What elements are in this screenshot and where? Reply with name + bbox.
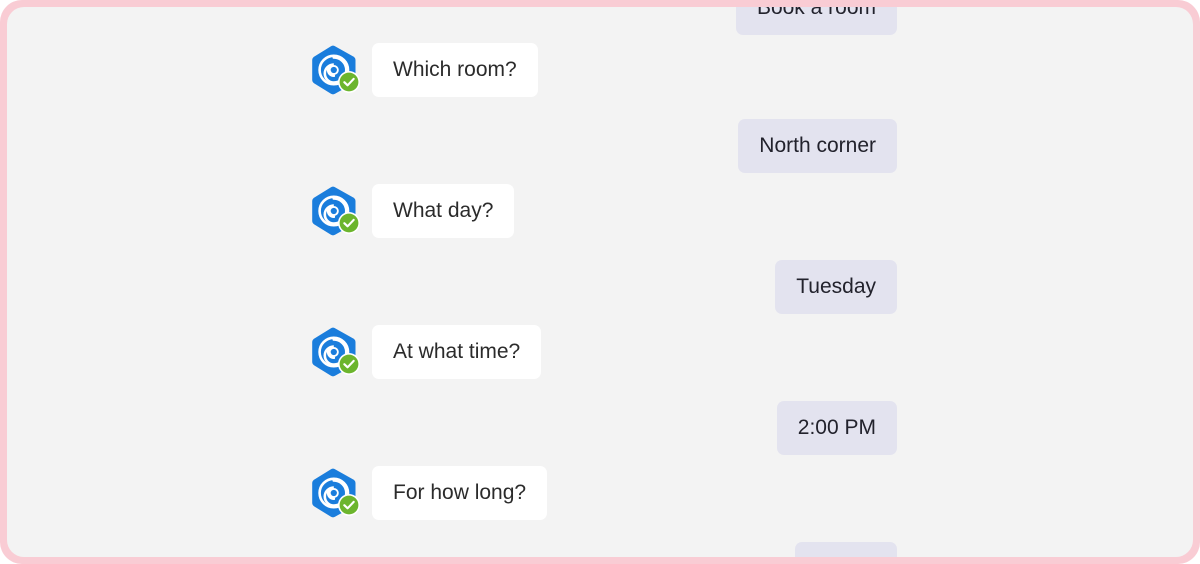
chat-transcript-panel[interactable]: Book a room Which room? North corner Wha… xyxy=(7,7,1193,557)
green-check-badge-icon xyxy=(338,353,360,375)
bot-hexagon-spiral-icon xyxy=(310,325,364,379)
chat-message-1-hour[interactable]: 1 hour xyxy=(795,542,897,557)
chat-message-tuesday[interactable]: Tuesday xyxy=(775,260,897,314)
bot-message-bubble: At what time? xyxy=(372,325,542,379)
user-message-bubble: North corner xyxy=(738,119,897,173)
green-check-badge-icon xyxy=(338,71,360,93)
user-message-bubble: Tuesday xyxy=(775,260,897,314)
user-message-bubble: Book a room xyxy=(735,7,897,35)
user-message-bubble: 1 hour xyxy=(795,542,897,557)
bot-message-bubble: Which room? xyxy=(372,43,538,97)
chat-message-book-a-room[interactable]: Book a room xyxy=(735,7,897,35)
chat-window-frame: Book a room Which room? North corner Wha… xyxy=(0,0,1200,564)
chat-message-north-corner[interactable]: North corner xyxy=(738,119,897,173)
green-check-badge-icon xyxy=(338,494,360,516)
chat-message-at-what-time[interactable]: At what time? xyxy=(310,325,542,379)
bot-hexagon-spiral-icon xyxy=(310,43,364,97)
user-message-bubble: 2:00 PM xyxy=(776,401,897,455)
bot-message-bubble: For how long? xyxy=(372,466,548,520)
chat-message-for-how-long[interactable]: For how long? xyxy=(310,466,548,520)
bot-hexagon-spiral-icon xyxy=(310,466,364,520)
bot-message-bubble: What day? xyxy=(372,184,515,238)
bot-hexagon-spiral-icon xyxy=(310,184,364,238)
chat-message-2-00-pm[interactable]: 2:00 PM xyxy=(776,401,897,455)
chat-message-what-day[interactable]: What day? xyxy=(310,184,515,238)
chat-message-which-room[interactable]: Which room? xyxy=(310,43,538,97)
green-check-badge-icon xyxy=(338,212,360,234)
